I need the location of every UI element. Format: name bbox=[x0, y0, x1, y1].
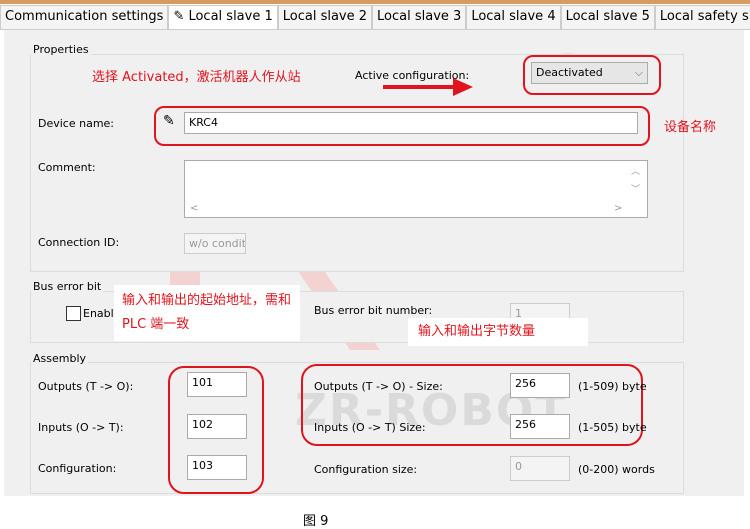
outputs-input[interactable]: 101 bbox=[187, 372, 247, 397]
comment-label: Comment: bbox=[38, 161, 96, 174]
tab-bar: Communication settings ✎ Local slave 1 L… bbox=[0, 5, 750, 30]
configuration-size-input[interactable]: 0 bbox=[510, 456, 570, 481]
figure-caption: 图 9 bbox=[303, 514, 329, 529]
connection-id-label: Connection ID: bbox=[38, 236, 120, 249]
configuration-size-range: (0-200) words bbox=[578, 463, 655, 476]
configuration-label: Configuration: bbox=[38, 462, 117, 475]
tab-communication-settings[interactable]: Communication settings bbox=[0, 5, 169, 29]
comment-textarea[interactable] bbox=[184, 160, 648, 218]
inputs-input[interactable]: 102 bbox=[187, 414, 247, 439]
outputs-size-input[interactable]: 256 bbox=[510, 373, 570, 398]
chevron-down-icon: ⌵ bbox=[634, 66, 643, 79]
active-config-select[interactable]: Deactivated ⌵ bbox=[531, 62, 648, 84]
inputs-size-input[interactable]: 256 bbox=[510, 414, 570, 439]
tab-local-safety-slave[interactable]: Local safety slave bbox=[654, 5, 750, 29]
bus-error-number-label: Bus error bit number: bbox=[314, 304, 433, 317]
tab-local-slave-5[interactable]: Local slave 5 bbox=[560, 5, 655, 29]
pencil-icon: ✎ bbox=[173, 9, 189, 24]
outputs-size-range: (1-509) byte bbox=[578, 380, 647, 393]
tab-label: Local slave 1 bbox=[188, 9, 273, 24]
enable-checkbox[interactable] bbox=[66, 306, 81, 321]
device-name-label: Device name: bbox=[38, 117, 115, 130]
outputs-label: Outputs (T -> O): bbox=[38, 380, 134, 393]
scroll-right-icon[interactable]: > bbox=[614, 203, 622, 214]
properties-title: Properties bbox=[31, 43, 91, 56]
size-annotation: 输入和输出字节数量 bbox=[408, 318, 588, 346]
address-annotation: 输入和输出的起始地址，需和 PLC 端一致 bbox=[114, 285, 300, 341]
device-name-input[interactable]: KRC4 bbox=[184, 112, 638, 134]
tab-local-slave-1[interactable]: ✎ Local slave 1 bbox=[168, 5, 278, 29]
configuration-size-label: Configuration size: bbox=[314, 463, 418, 476]
assembly-title: Assembly bbox=[31, 352, 89, 365]
pencil-icon: ✎ bbox=[163, 113, 175, 129]
inputs-size-range: (1-505) byte bbox=[578, 421, 647, 434]
arrow-icon bbox=[383, 78, 473, 96]
outputs-size-label: Outputs (T -> O) - Size: bbox=[314, 380, 443, 393]
tab-local-slave-3[interactable]: Local slave 3 bbox=[372, 5, 467, 29]
tab-local-slave-2[interactable]: Local slave 2 bbox=[277, 5, 373, 29]
inputs-size-label: Inputs (O -> T) Size: bbox=[314, 421, 426, 434]
inputs-label: Inputs (O -> T): bbox=[38, 421, 124, 434]
scrollbar-vertical[interactable]: ︿ ﹀ bbox=[631, 163, 640, 199]
configuration-input[interactable]: 103 bbox=[187, 455, 247, 480]
select-value: Deactivated bbox=[536, 66, 603, 79]
select-annotation: 选择 Activated，激活机器人作从站 bbox=[92, 70, 301, 85]
connection-id-input[interactable]: w/o conditi bbox=[184, 233, 246, 254]
scroll-left-icon[interactable]: < bbox=[190, 203, 198, 214]
tab-local-slave-4[interactable]: Local slave 4 bbox=[466, 5, 561, 29]
device-annotation: 设备名称 bbox=[664, 120, 717, 135]
bus-error-title: Bus error bit bbox=[31, 280, 104, 293]
top-border bbox=[0, 0, 750, 4]
